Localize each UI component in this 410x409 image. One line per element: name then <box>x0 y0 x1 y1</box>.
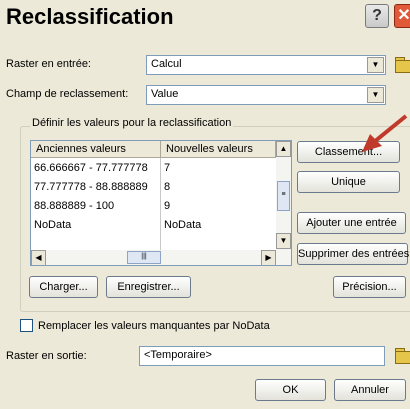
replace-nodata-label: Remplacer les valeurs manquantes par NoD… <box>38 320 270 332</box>
column-divider <box>160 158 161 250</box>
old-value-cell[interactable]: 77.777778 - 88.888889 <box>31 178 160 196</box>
old-value-cell[interactable]: 66.666667 - 77.777778 <box>31 159 160 177</box>
horizontal-scrollbar[interactable]: ◀ ||| ▶ <box>31 250 276 265</box>
scroll-right-icon[interactable]: ▶ <box>261 250 276 265</box>
new-value-cell[interactable]: 8 <box>161 178 274 196</box>
input-raster-value: Calcul <box>151 58 182 70</box>
output-raster-label: Raster en sortie: <box>6 350 87 362</box>
scroll-thumb[interactable]: ||| <box>127 251 161 264</box>
save-button[interactable]: Enregistrer... <box>106 276 191 298</box>
cancel-button[interactable]: Annuler <box>334 379 406 401</box>
input-raster-label: Raster en entrée: <box>6 58 91 70</box>
column-header-new[interactable]: Nouvelles valeurs <box>161 141 276 158</box>
new-value-cell[interactable]: 7 <box>161 159 274 177</box>
reclass-table[interactable]: Anciennes valeurs Nouvelles valeurs 66.6… <box>30 140 292 266</box>
title-bar: Reclassification ? ✕ <box>0 0 410 36</box>
reclass-field-value: Value <box>151 88 179 100</box>
output-raster-input[interactable]: <Temporaire> <box>139 346 385 366</box>
window-title: Reclassification <box>6 4 174 29</box>
precision-button[interactable]: Précision... <box>333 276 406 298</box>
scroll-down-icon[interactable]: ▼ <box>276 233 291 249</box>
scroll-up-icon[interactable]: ▲ <box>276 141 291 157</box>
help-button[interactable]: ? <box>365 4 389 28</box>
column-header-old[interactable]: Anciennes valeurs <box>31 141 161 158</box>
add-entry-button[interactable]: Ajouter une entrée <box>297 212 406 234</box>
output-raster-value: <Temporaire> <box>144 349 212 361</box>
load-button[interactable]: Charger... <box>29 276 98 298</box>
old-value-cell[interactable]: NoData <box>31 216 160 234</box>
remove-entries-button[interactable]: Supprimer des entrées <box>297 243 409 265</box>
unique-button[interactable]: Unique <box>297 171 400 193</box>
old-value-cell[interactable]: 88.888889 - 100 <box>31 197 160 215</box>
new-value-cell[interactable]: NoData <box>161 216 274 234</box>
scroll-thumb[interactable]: ≡ <box>277 181 290 211</box>
annotation-arrow-icon <box>362 114 408 152</box>
reclass-field-select[interactable]: Value ▼ <box>146 85 386 105</box>
chevron-down-icon[interactable]: ▼ <box>367 57 384 73</box>
replace-nodata-checkbox[interactable] <box>20 319 33 332</box>
ok-button[interactable]: OK <box>255 379 326 401</box>
chevron-down-icon[interactable]: ▼ <box>367 87 384 103</box>
close-button[interactable]: ✕ <box>394 4 410 28</box>
reclass-field-label: Champ de reclassement: <box>6 88 129 100</box>
group-title: Définir les valeurs pour la reclassifica… <box>30 117 234 129</box>
scroll-left-icon[interactable]: ◀ <box>31 250 46 265</box>
open-folder-icon[interactable] <box>393 346 410 364</box>
input-raster-select[interactable]: Calcul ▼ <box>146 55 386 75</box>
open-folder-icon[interactable] <box>393 55 410 73</box>
vertical-scrollbar[interactable]: ▲ ≡ ▼ <box>276 141 291 265</box>
new-value-cell[interactable]: 9 <box>161 197 274 215</box>
